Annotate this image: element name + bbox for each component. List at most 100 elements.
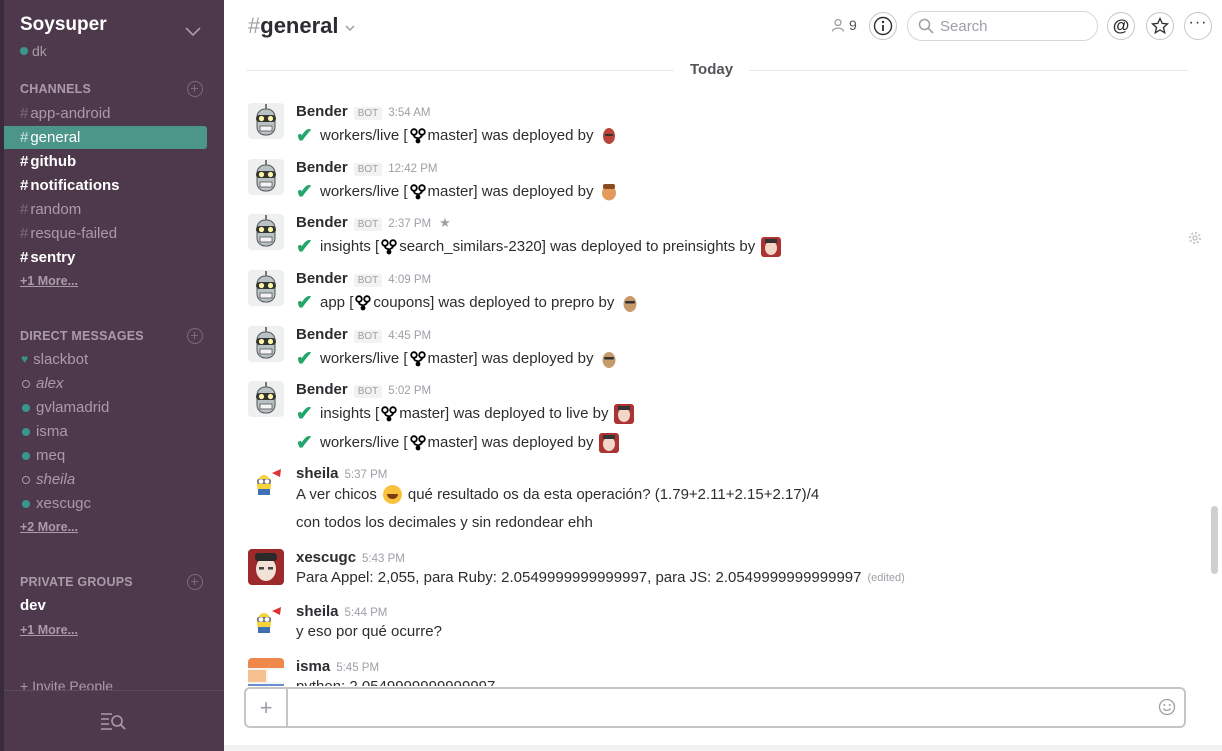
deployer-avatar[interactable] [599,348,620,369]
branch-name: master [427,350,474,367]
search-box[interactable] [907,11,1098,41]
bot-badge: BOT [353,107,383,120]
sidebar-item-alex[interactable]: alex [20,372,207,395]
bender-avatar[interactable] [248,270,284,306]
dm-header[interactable]: DIRECT MESSAGES [20,329,144,343]
sender-name[interactable]: Bender [296,214,348,231]
message-scrollbar[interactable] [1211,506,1218,574]
sender-name[interactable]: Bender [296,381,348,398]
sidebar-item-dev[interactable]: dev [20,594,207,617]
sidebar-item-sheila[interactable]: sheila [20,468,207,491]
sender-name[interactable]: Bender [296,270,348,287]
gear-icon[interactable] [1188,231,1202,245]
message-text: y eso por qué ocurre? [296,623,442,640]
bot-badge: BOT [353,274,383,287]
team-name[interactable]: Soysuper [20,14,107,36]
checkmark-icon: ✔ [296,125,313,147]
channels-header[interactable]: CHANNELS [20,82,91,96]
sidebar-item-github[interactable]: # github [20,150,207,173]
presence-away-icon [22,475,30,484]
groups-header[interactable]: PRIVATE GROUPS [20,575,133,589]
quick-switcher-icon[interactable] [100,711,126,731]
sidebar-item-app-android[interactable]: # app-android [20,102,207,125]
message-text: A ver chicos qué resultado os da esta op… [296,485,819,504]
current-user[interactable]: dk [20,43,47,59]
sidebar-item-gvlamadrid[interactable]: gvlamadrid [20,396,207,419]
deployer-avatar[interactable] [620,292,641,313]
sidebar-item-xescugc[interactable]: xescugc [20,492,207,515]
channel-title[interactable]: #general [248,13,339,39]
timestamp[interactable]: 5:37 PM [345,469,388,481]
sidebar-item-isma[interactable]: isma [20,420,207,443]
sender-name[interactable]: sheila [296,603,339,620]
checkmark-icon: ✔ [296,432,313,454]
git-branch-icon [381,405,397,421]
chevron-down-icon[interactable] [184,22,202,40]
deployer-avatar[interactable] [761,236,782,257]
sidebar-item-random[interactable]: # random [20,198,207,221]
deployer-avatar[interactable] [599,181,620,202]
chevron-down-icon[interactable] [345,24,355,32]
sender-name[interactable]: xescugc [296,549,356,566]
member-count-button[interactable]: 9 [831,17,857,33]
add-channel-icon[interactable] [187,81,203,97]
presence-online-icon [22,403,30,412]
deployer-avatar[interactable] [599,125,620,146]
timestamp[interactable]: 12:42 PM [388,163,437,175]
emoji-picker-icon[interactable] [1158,698,1176,716]
sender-name[interactable]: isma [296,658,330,675]
timestamp[interactable]: 5:02 PM [388,385,431,397]
isma-avatar[interactable] [248,658,284,686]
mentions-button[interactable]: @ [1107,12,1135,40]
timestamp[interactable]: 4:45 PM [388,330,431,342]
more-actions-button[interactable]: ··· [1184,12,1212,40]
star-icon[interactable]: ★ [439,215,451,231]
timestamp[interactable]: 5:43 PM [362,553,405,565]
sheila-avatar[interactable] [248,465,284,501]
deploy-app: app [ [320,294,354,311]
channels-more-link[interactable]: +1 More... [20,274,78,288]
sidebar-item-general[interactable]: # general [4,126,207,149]
bender-avatar[interactable] [248,214,284,250]
bender-avatar[interactable] [248,381,284,417]
checkmark-icon: ✔ [296,348,313,370]
member-count: 9 [849,17,857,33]
add-group-icon[interactable] [187,574,203,590]
sender-name[interactable]: Bender [296,326,348,343]
sender-name[interactable]: Bender [296,103,348,120]
sidebar-item-meq[interactable]: meq [20,444,207,467]
timestamp[interactable]: 5:44 PM [345,607,388,619]
timestamp[interactable]: 2:37 PM [388,218,431,230]
deploy-app: workers/live [ [320,183,408,200]
group-label: dev [20,597,46,614]
bender-avatar[interactable] [248,159,284,195]
timestamp[interactable]: 3:54 AM [388,107,430,119]
sender-name[interactable]: Bender [296,159,348,176]
channel-info-button[interactable] [869,12,897,40]
xescugc-avatar[interactable] [248,549,284,585]
dm-more-link[interactable]: +2 More... [20,520,78,534]
branch-name: search_similars-2320 [399,238,542,255]
starred-items-button[interactable] [1146,12,1174,40]
search-input[interactable] [940,17,1090,35]
sidebar-item-notifications[interactable]: # notifications [20,174,207,197]
checkmark-icon: ✔ [296,403,313,425]
sender-name[interactable]: sheila [296,465,339,482]
sidebar-item-slackbot[interactable]: ♥ slackbot [20,348,207,371]
add-dm-icon[interactable] [187,328,203,344]
sidebar-item-sentry[interactable]: # sentry [20,246,207,269]
bender-avatar[interactable] [248,103,284,139]
timestamp[interactable]: 5:45 PM [336,662,379,674]
groups-more-link[interactable]: +1 More... [20,623,78,637]
sheila-avatar[interactable] [248,603,284,639]
channel-label: random [30,201,82,218]
dm-label: isma [36,423,68,440]
deployer-avatar[interactable] [599,432,620,453]
timestamp[interactable]: 4:09 PM [388,274,431,286]
bender-avatar[interactable] [248,326,284,362]
message-input[interactable] [298,697,1138,719]
attach-button[interactable]: + [246,689,288,726]
message-list[interactable]: Today Bender BOT 3:54 AM ✔ workers/live [ … [224,56,1212,686]
sidebar-item-resque-failed[interactable]: # resque-failed [20,222,207,245]
deployer-avatar[interactable] [614,403,635,424]
